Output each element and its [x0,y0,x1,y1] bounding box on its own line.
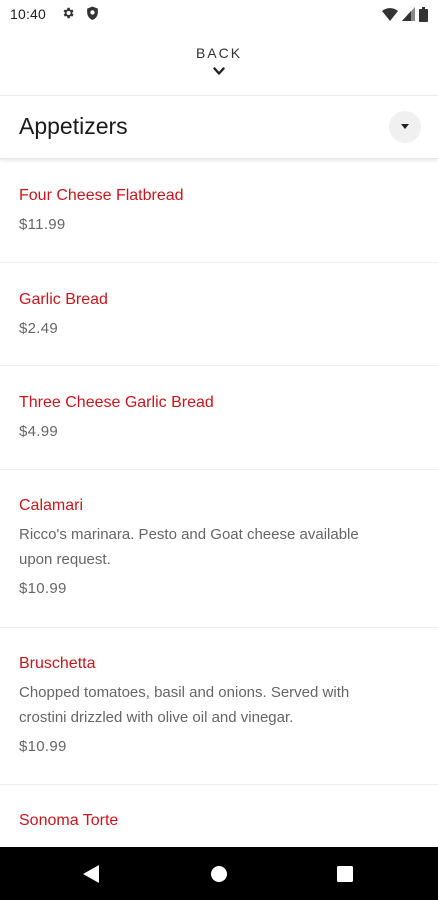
item-description: crostini drizzled with olive oil and vin… [19,709,294,726]
nav-recents-icon[interactable] [337,866,353,882]
nav-home-icon[interactable] [210,865,228,883]
shield-icon [87,6,98,20]
status-bar: 10:40 [0,0,438,30]
category-header: Appetizers [0,96,438,159]
item-name: Bruschetta [19,655,96,672]
item-name: Garlic Bread [19,291,108,308]
cell-signal-icon [402,7,415,21]
category-dropdown-button[interactable] [389,111,421,143]
battery-icon [419,6,428,22]
system-nav-bar [0,847,438,900]
item-price: $10.99 [19,580,67,597]
status-time: 10:40 [10,6,47,22]
menu-list: Four Cheese Flatbread $11.99 Garlic Brea… [0,159,438,847]
back-button[interactable]: BACK [0,30,438,96]
menu-item[interactable]: Four Cheese Flatbread $11.99 [0,159,438,263]
menu-item[interactable]: Garlic Bread $2.49 [0,263,438,366]
item-price: $4.99 [19,423,59,440]
item-price: $10.99 [19,738,67,755]
status-icons [382,6,428,22]
menu-item[interactable]: Sonoma Torte [0,785,438,847]
chevron-down-icon [213,67,225,75]
item-description: Ricco's marinara. Pesto and Goat cheese … [19,526,359,543]
menu-item[interactable]: Calamari Ricco's marinara. Pesto and Goa… [0,470,438,628]
wifi-icon [382,8,398,21]
menu-item[interactable]: Bruschetta Chopped tomatoes, basil and o… [0,628,438,785]
category-title: Appetizers [19,113,128,139]
back-label: BACK [195,45,243,61]
item-name: Sonoma Torte [19,812,119,829]
menu-item[interactable]: Three Cheese Garlic Bread $4.99 [0,366,438,470]
item-name: Three Cheese Garlic Bread [19,394,214,411]
item-price: $2.49 [19,320,59,337]
item-name: Four Cheese Flatbread [19,187,184,204]
caret-down-icon [401,124,409,129]
nav-back-icon[interactable] [83,865,99,883]
item-name: Calamari [19,497,84,514]
item-description: Chopped tomatoes, basil and onions. Serv… [19,684,350,701]
screen: 10:40 BACK Appetizers Four Cheese Flatbr… [0,0,438,900]
item-price: $11.99 [19,216,66,233]
gear-icon [63,7,74,19]
item-description: upon request. [19,551,111,568]
